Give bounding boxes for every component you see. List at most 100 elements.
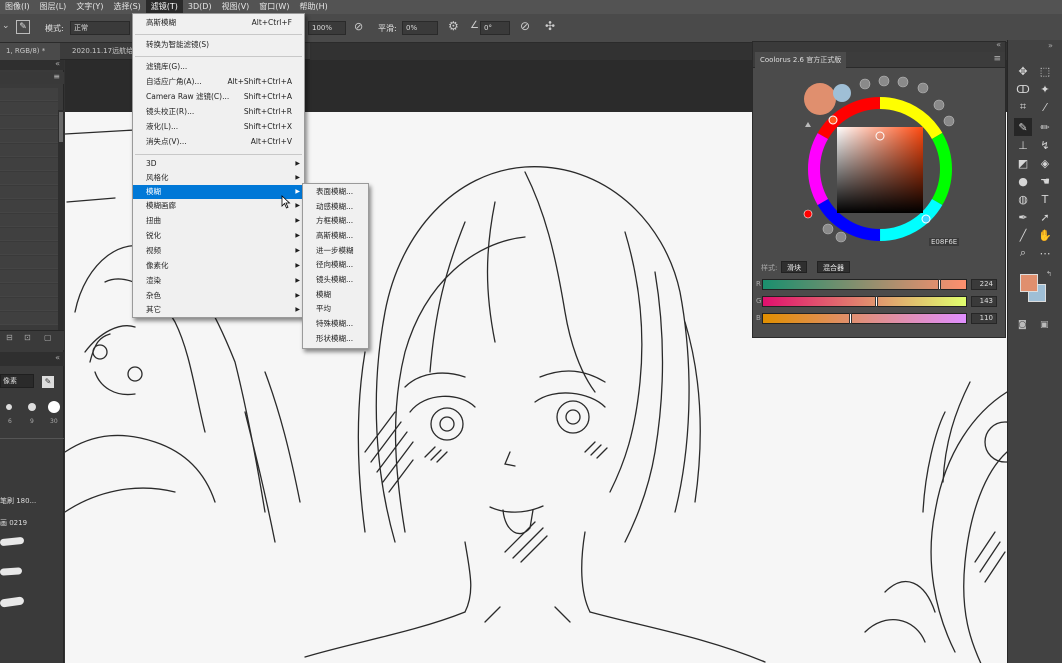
brush-toggle-icon[interactable]: ✎	[16, 20, 30, 34]
submenu-item-lens-blur[interactable]: 镜头模糊...	[303, 273, 368, 288]
menu-item-blur[interactable]: 模糊 ▶	[133, 185, 304, 199]
menu-type[interactable]: 文字(Y)	[71, 0, 108, 14]
quick-mask-icon[interactable]: ◙	[1018, 320, 1027, 330]
bucket-icon[interactable]: ◈	[1036, 154, 1054, 172]
lasso-icon[interactable]: ↀ	[1014, 80, 1032, 98]
list-item[interactable]	[0, 144, 58, 157]
submenu-item-smart-blur[interactable]: 特殊模糊...	[303, 317, 368, 332]
tab-coolorus[interactable]: Coolorus 2.6 官方正式版	[755, 52, 847, 68]
slider-r[interactable]	[762, 279, 967, 290]
submenu-item-surface-blur[interactable]: 表面模糊...	[303, 185, 368, 200]
crop-icon[interactable]: ⌗	[1014, 98, 1032, 116]
pressure-opacity-icon[interactable]: ⊘	[354, 20, 363, 33]
slider-thumb-g[interactable]	[874, 296, 878, 307]
fx-icon[interactable]: ⊡	[24, 333, 31, 342]
slider-b[interactable]	[762, 313, 967, 324]
pen-icon[interactable]: ✒	[1014, 208, 1032, 226]
list-item[interactable]	[0, 102, 58, 115]
list-item[interactable]	[0, 88, 58, 101]
slider-g[interactable]	[762, 296, 967, 307]
menu-item-other[interactable]: 其它 ▶	[133, 303, 304, 317]
brush-stroke-preview[interactable]	[0, 596, 25, 608]
menu-item-convert-smart[interactable]: 转换为智能滤镜(S)	[133, 38, 304, 52]
scrollbar-thumb[interactable]	[59, 112, 63, 142]
slider-value-r[interactable]: 224	[971, 279, 997, 290]
mode-select[interactable]: 正常	[70, 21, 130, 35]
slider-mode-button[interactable]: 滑块	[781, 261, 807, 273]
brush-icon[interactable]: ✎	[1014, 118, 1032, 136]
submenu-item-box-blur[interactable]: 方框模糊...	[303, 214, 368, 229]
brush-tip-icon[interactable]	[28, 403, 36, 411]
list-item[interactable]	[0, 312, 58, 325]
blur-icon[interactable]: ●	[1014, 172, 1032, 190]
slider-thumb-r[interactable]	[937, 279, 941, 290]
scrollbar[interactable]	[58, 110, 64, 340]
swap-colors-icon[interactable]: ↰	[1046, 270, 1052, 278]
zoom-icon[interactable]: ⌕	[1014, 244, 1032, 262]
menu-image[interactable]: 图像(I)	[0, 0, 35, 14]
submenu-item-average[interactable]: 平均	[303, 302, 368, 317]
submenu-item-shape-blur[interactable]: 形状模糊...	[303, 332, 368, 347]
list-item[interactable]	[0, 130, 58, 143]
smooth-field[interactable]: 0%	[402, 21, 438, 35]
panel-menu-icon[interactable]: ≡	[993, 54, 1001, 64]
menu-item-3d[interactable]: 3D ▶	[133, 157, 304, 171]
opacity-field[interactable]: 100%	[308, 21, 346, 35]
link-icon[interactable]: ⊟	[6, 333, 13, 342]
brush-name[interactable]: 画 0219	[0, 518, 27, 528]
foreground-color-swatch[interactable]	[1020, 274, 1038, 292]
screen-mode-icon[interactable]: ▣	[1040, 320, 1049, 330]
menu-item-sharpen[interactable]: 锐化 ▶	[133, 229, 304, 243]
move-icon[interactable]: ✥	[1014, 62, 1032, 80]
marquee-icon[interactable]: ⬚	[1036, 62, 1054, 80]
brush-settings-icon[interactable]: ✎	[42, 376, 54, 388]
menu-item-pixelate[interactable]: 像素化 ▶	[133, 259, 304, 273]
menu-item-adaptive-wide-angle[interactable]: 自适应广角(A)... Alt+Shift+Ctrl+A	[133, 75, 304, 89]
smudge-icon[interactable]: ☚	[1036, 172, 1054, 190]
list-item[interactable]	[0, 186, 58, 199]
tab-document-2[interactable]: 2020.11.17远航给	[66, 43, 136, 60]
submenu-item-blur[interactable]: 模糊	[303, 288, 368, 303]
menu-item-video[interactable]: 视频 ▶	[133, 244, 304, 258]
unit-field[interactable]: 像素	[0, 374, 34, 388]
list-item[interactable]	[0, 284, 58, 297]
mixer-mode-button[interactable]: 混合器	[817, 261, 850, 273]
hand-icon[interactable]: ✋	[1036, 226, 1054, 244]
menu-item-vanishing-point[interactable]: 消失点(V)... Alt+Ctrl+V	[133, 135, 304, 149]
list-item[interactable]	[0, 172, 58, 185]
tab-document-1[interactable]: 1, RGB/8) *	[0, 43, 60, 60]
submenu-item-motion-blur[interactable]: 动感模糊...	[303, 200, 368, 215]
sponge-icon[interactable]: ◍	[1014, 190, 1032, 208]
gear-icon[interactable]: ⚙	[448, 19, 459, 33]
list-item[interactable]	[0, 228, 58, 241]
trash-icon[interactable]: ▢	[44, 333, 52, 342]
menu-window[interactable]: 窗口(W)	[254, 0, 294, 14]
list-item[interactable]	[0, 256, 58, 269]
color-wheel[interactable]	[753, 69, 1005, 259]
brush-stroke-preview[interactable]	[0, 567, 23, 576]
pencil-icon[interactable]: ✏	[1036, 118, 1054, 136]
list-item[interactable]	[0, 214, 58, 227]
brush-stroke-preview[interactable]	[0, 536, 25, 547]
list-item[interactable]	[0, 200, 58, 213]
menu-item-blur-gallery[interactable]: 模糊画廊 ▶	[133, 199, 304, 213]
slider-value-b[interactable]: 110	[971, 313, 997, 324]
stamp-icon[interactable]: ⊥	[1014, 136, 1032, 154]
brush-name[interactable]: 笔刷 180...	[0, 496, 36, 506]
menu-view[interactable]: 视图(V)	[217, 0, 255, 14]
menu-item-stylize[interactable]: 风格化 ▶	[133, 171, 304, 185]
list-item[interactable]	[0, 298, 58, 311]
collapse-icon[interactable]: «	[55, 59, 60, 68]
menu-item-noise[interactable]: 杂色 ▶	[133, 289, 304, 303]
menu-select[interactable]: 选择(S)	[108, 0, 145, 14]
menu-help[interactable]: 帮助(H)	[294, 0, 332, 14]
magic-wand-icon[interactable]: ✦	[1036, 80, 1054, 98]
menu-item-filter-gallery[interactable]: 滤镜库(G)...	[133, 60, 304, 74]
submenu-item-radial-blur[interactable]: 径向模糊...	[303, 258, 368, 273]
menu-item-render[interactable]: 渲染 ▶	[133, 274, 304, 288]
menu-3d[interactable]: 3D(D)	[183, 0, 217, 14]
list-item[interactable]	[0, 158, 58, 171]
collapse-icon[interactable]: »	[1048, 41, 1053, 50]
line-icon[interactable]: ╱	[1014, 226, 1032, 244]
submenu-item-blur-more[interactable]: 进一步模糊	[303, 244, 368, 259]
